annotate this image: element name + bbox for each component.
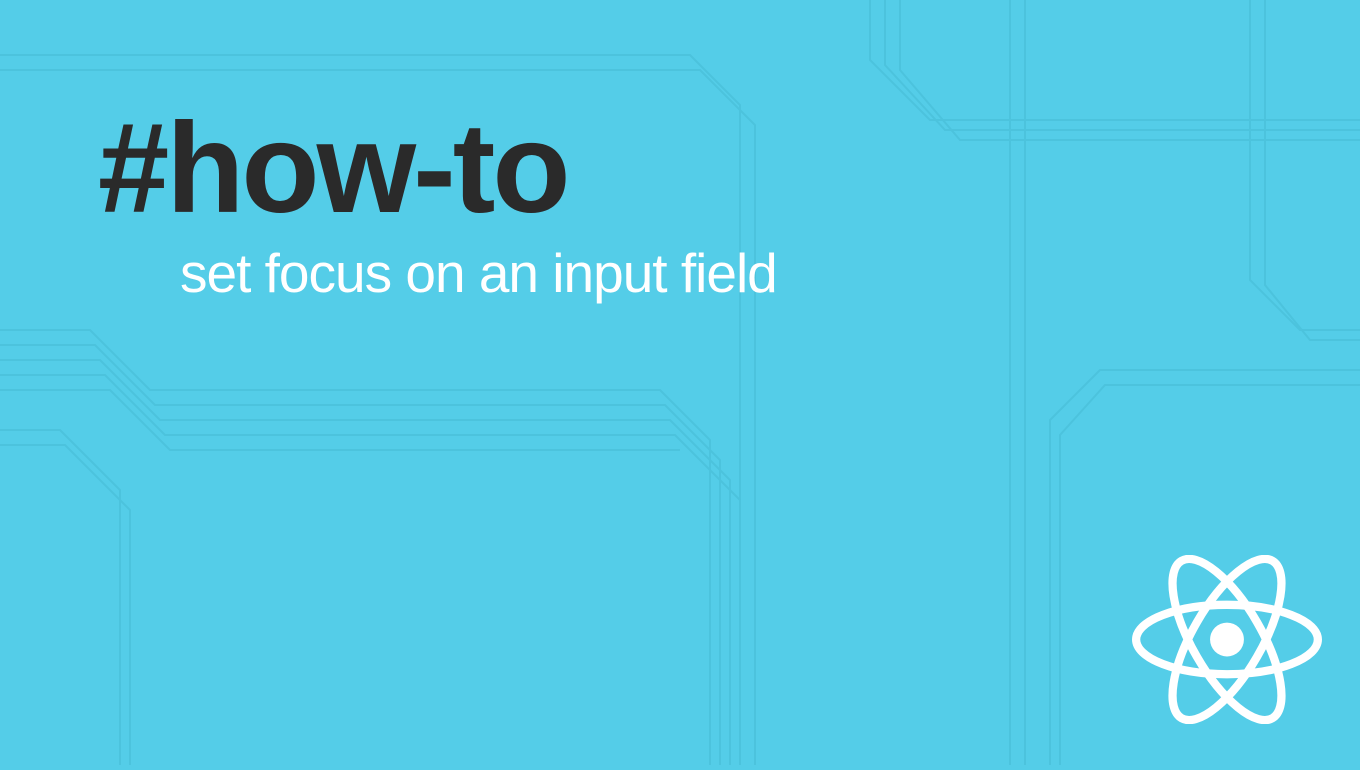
subtitle-text: set focus on an input field <box>180 241 777 305</box>
react-logo-icon <box>1132 555 1322 745</box>
text-content-block: #how-to set focus on an input field <box>98 105 777 305</box>
hashtag-title: #how-to <box>98 105 777 233</box>
